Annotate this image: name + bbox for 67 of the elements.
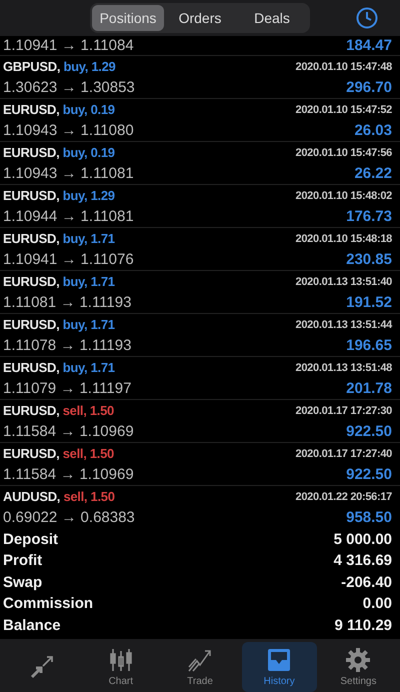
summary-label: Balance bbox=[3, 616, 61, 634]
summary-value: 5 000.00 bbox=[334, 530, 392, 548]
summary-value: 0.00 bbox=[362, 595, 392, 612]
deal-prices: 1.11584 → 1.10969 bbox=[3, 466, 134, 483]
deal-title: EURUSD, buy, 1.29 bbox=[3, 188, 115, 203]
summary-value: -206.40 bbox=[341, 574, 392, 591]
deal-time: 2020.01.13 13:51:48 bbox=[296, 362, 392, 374]
deal-prices: 1.10944 → 1.11081 bbox=[3, 208, 134, 225]
deal-prices: 1.30623 → 1.30853 bbox=[3, 79, 135, 96]
summary-label: Swap bbox=[3, 574, 42, 591]
deal-time: 2020.01.17 17:27:40 bbox=[296, 448, 392, 460]
deal-title: EURUSD, sell, 1.50 bbox=[3, 446, 114, 461]
deal-time: 2020.01.10 15:47:56 bbox=[296, 146, 392, 158]
deal-profit: 26.03 bbox=[354, 122, 392, 139]
deal-title: EURUSD, sell, 1.50 bbox=[3, 403, 114, 418]
deal-time: 2020.01.17 17:27:30 bbox=[296, 404, 392, 416]
deal-prices: 1.11078 → 1.11193 bbox=[3, 337, 132, 354]
deal-time: 2020.01.10 15:47:52 bbox=[296, 104, 392, 116]
deal-title: EURUSD, buy, 0.19 bbox=[3, 145, 115, 160]
segment-tab[interactable]: Orders bbox=[164, 5, 236, 31]
deal-profit: 230.85 bbox=[346, 251, 392, 268]
deal-profit: 184.47 bbox=[346, 37, 392, 54]
deal-time: 2020.01.10 15:47:48 bbox=[296, 60, 392, 72]
deal-prices: 1.11079 → 1.11197 bbox=[3, 380, 132, 397]
summary-label: Profit bbox=[3, 552, 42, 570]
tab-bar-item[interactable]: Settings bbox=[320, 642, 396, 692]
deal-time: 2020.01.10 15:48:02 bbox=[296, 190, 392, 202]
deal-profit: 922.50 bbox=[346, 466, 392, 483]
deal-prices: 1.10941 → 1.11084 bbox=[3, 37, 134, 54]
deal-prices: 1.11081 → 1.11193 bbox=[3, 294, 132, 311]
deal-time: 2020.01.10 15:48:18 bbox=[296, 232, 392, 244]
segment-tab[interactable]: Positions bbox=[92, 5, 164, 31]
deal-prices: 0.69022 → 0.68383 bbox=[3, 509, 135, 524]
segment-tab[interactable]: Deals bbox=[236, 5, 308, 31]
candlestick-icon bbox=[108, 647, 134, 673]
clock-icon[interactable] bbox=[356, 7, 378, 29]
deal-title: AUDUSD, sell, 1.50 bbox=[3, 489, 115, 504]
deal-title: GBPUSD, buy, 1.29 bbox=[3, 59, 116, 74]
deal-profit: 296.70 bbox=[346, 79, 392, 96]
summary-value: 9 110.29 bbox=[334, 616, 392, 634]
deal-title: EURUSD, buy, 1.71 bbox=[3, 274, 115, 289]
deal-title: EURUSD, buy, 1.71 bbox=[3, 317, 115, 332]
deal-profit: 176.73 bbox=[346, 208, 392, 225]
deal-prices: 1.10943 → 1.11080 bbox=[3, 122, 134, 139]
deal-profit: 26.22 bbox=[354, 165, 392, 182]
deal-prices: 1.10943 → 1.11081 bbox=[3, 165, 134, 182]
deal-profit: 191.52 bbox=[346, 294, 392, 311]
arrows-icon bbox=[28, 654, 55, 680]
deal-title: EURUSD, buy, 1.71 bbox=[3, 360, 115, 375]
deal-title: EURUSD, buy, 0.19 bbox=[3, 102, 115, 117]
summary-label: Deposit bbox=[3, 530, 58, 548]
summary-label: Commission bbox=[3, 595, 94, 612]
settings-icon bbox=[345, 647, 372, 673]
deal-title: EURUSD, buy, 1.71 bbox=[3, 231, 115, 246]
tab-bar-item[interactable]: Chart bbox=[83, 642, 158, 692]
deal-prices: 1.11584 → 1.10969 bbox=[3, 423, 134, 440]
summary-value: 4 316.69 bbox=[334, 552, 392, 570]
tab-bar-item[interactable]: History bbox=[242, 642, 317, 692]
deal-profit: 201.78 bbox=[346, 380, 392, 397]
deal-profit: 922.50 bbox=[346, 423, 392, 440]
deal-profit: 958.50 bbox=[346, 509, 392, 524]
deal-time: 2020.01.13 13:51:40 bbox=[296, 276, 392, 288]
deal-time: 2020.01.13 13:51:44 bbox=[296, 318, 392, 330]
deal-profit: 196.65 bbox=[346, 337, 392, 354]
deal-time: 2020.01.22 20:56:17 bbox=[296, 490, 392, 502]
deal-prices: 1.10941 → 1.11076 bbox=[3, 251, 134, 268]
tab-bar-item[interactable]: Trade bbox=[162, 642, 238, 692]
